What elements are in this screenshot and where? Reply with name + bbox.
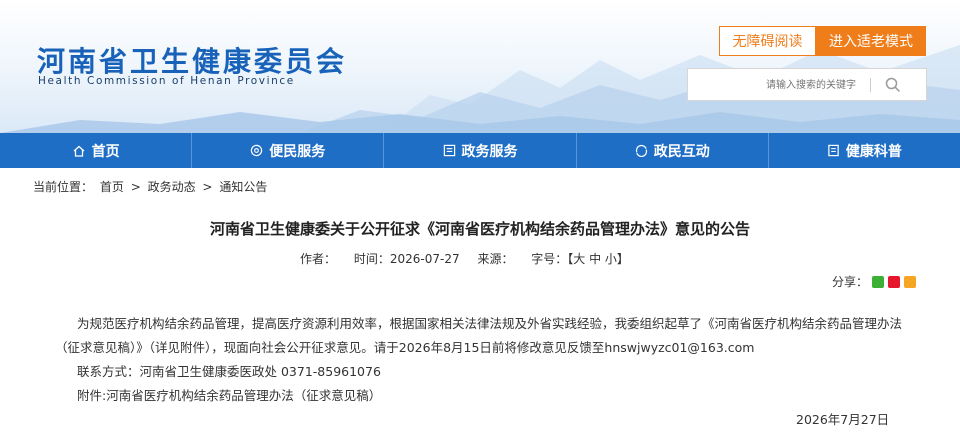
article-title: 河南省卫生健康委关于公开征求《河南省医疗机构结余药品管理办法》意见的公告 — [209, 220, 750, 238]
interaction-icon — [635, 144, 647, 157]
nav-item-gov-services[interactable]: 政务服务 — [384, 133, 577, 168]
search-box — [687, 68, 927, 101]
time-label: 时间： — [353, 252, 390, 266]
breadcrumb-prefix: 当前位置： — [33, 180, 94, 194]
qq-icon[interactable] — [904, 275, 917, 288]
home-icon — [73, 145, 85, 157]
main-nav: 首页 便民服务 政务服务 政民互动 健康科普 — [0, 133, 960, 168]
site-logo-title[interactable]: 河南省卫生健康委员会 — [37, 40, 347, 80]
nav-item-label: 便民服务 — [269, 143, 326, 160]
breadcrumb: 当前位置： 首页 > 政务动态 > 通知公告 — [33, 178, 270, 195]
site-logo-subtitle: Health Commission of Henan Province — [38, 75, 295, 87]
nav-item-services[interactable]: 便民服务 — [192, 133, 385, 168]
attachment-line: 附件:河南省医疗机构结余药品管理办法（征求意见稿） — [55, 384, 915, 408]
nav-item-interaction[interactable]: 政民互动 — [577, 133, 769, 168]
article-body: 为规范医疗机构结余药品管理，提高医疗资源利用效率，根据国家相关法律法规及外省实践… — [55, 312, 915, 408]
weibo-icon[interactable] — [888, 275, 901, 288]
article-date: 2026年7月27日 — [796, 412, 890, 427]
wechat-icon[interactable] — [872, 275, 885, 288]
search-input[interactable] — [696, 75, 856, 95]
time-field: 时间：2026-07-27 — [354, 252, 460, 266]
nav-item-label: 政务服务 — [461, 143, 518, 160]
search-divider — [870, 78, 871, 92]
nav-item-label: 首页 — [91, 143, 120, 160]
breadcrumb-home[interactable]: 首页 — [100, 180, 124, 194]
accessibility-reading-button[interactable]: 无障碍阅读 — [719, 26, 816, 56]
time-value: 2026-07-27 — [389, 252, 460, 266]
breadcrumb-separator: > — [202, 180, 213, 194]
site-header: 河南省卫生健康委员会 Health Commission of Henan Pr… — [0, 0, 960, 133]
nav-item-label: 健康科普 — [845, 143, 902, 160]
fontsize-selector[interactable]: 【大 中 小】 — [567, 252, 629, 266]
nav-item-home[interactable]: 首页 — [0, 133, 193, 168]
article-meta: 作者： 时间：2026-07-27 来源： 字号：【大 中 小】 — [300, 250, 629, 267]
attachment-prefix: 附件: — [77, 388, 107, 403]
breadcrumb-news[interactable]: 政务动态 — [148, 180, 196, 194]
share-label: 分享： — [832, 275, 869, 289]
contact-info: 联系方式：河南省卫生健康委医政处 0371-85961076 — [77, 364, 381, 379]
elder-mode-button[interactable]: 进入适老模式 — [816, 26, 926, 56]
breadcrumb-separator: > — [130, 180, 141, 194]
nav-item-label: 政民互动 — [653, 143, 710, 160]
fontsize-label: 字号： — [531, 252, 568, 266]
health-icon — [828, 144, 839, 157]
breadcrumb-notices[interactable]: 通知公告 — [219, 180, 267, 194]
source-label: 来源： — [477, 252, 514, 266]
share-bar: 分享： — [832, 273, 917, 290]
author-label: 作者： — [300, 252, 337, 266]
attachment-link[interactable]: 河南省医疗机构结余药品管理办法（征求意见稿） — [106, 388, 381, 403]
article-paragraph: 为规范医疗机构结余药品管理，提高医疗资源利用效率，根据国家相关法律法规及外省实践… — [55, 316, 903, 355]
service-icon — [251, 144, 263, 157]
search-icon[interactable] — [884, 76, 902, 94]
gov-icon — [443, 144, 455, 157]
nav-item-health[interactable]: 健康科普 — [769, 133, 960, 168]
